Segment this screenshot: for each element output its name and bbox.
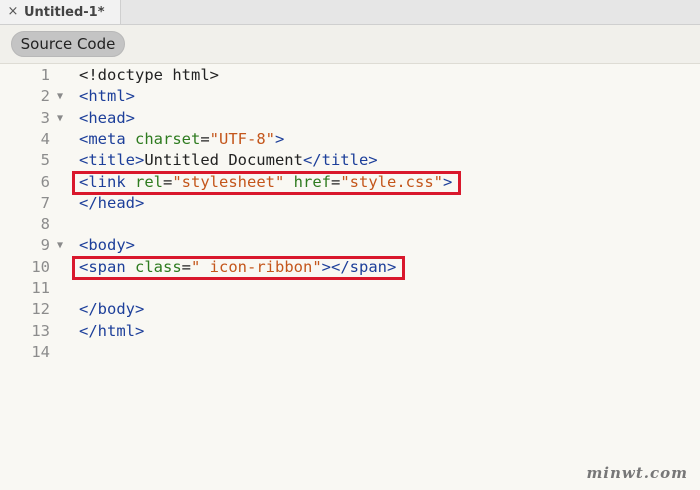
code-token: </body> xyxy=(79,300,145,319)
code-token: class xyxy=(135,257,182,276)
tab-bar: × Untitled-1* xyxy=(0,0,700,25)
code-token: ></span> xyxy=(321,257,397,276)
code-token: "UTF-8" xyxy=(209,129,275,148)
code-line[interactable]: 4 <meta charset="UTF-8"> xyxy=(0,129,700,150)
line-number: 1 xyxy=(40,66,50,84)
code-line[interactable]: 14 xyxy=(0,342,700,363)
code-text: <span class=" icon-ribbon"></span> xyxy=(79,257,396,278)
code-text: <html> xyxy=(79,86,135,107)
code-text: <link rel="stylesheet" href="style.css"> xyxy=(79,172,452,193)
code-text: </html> xyxy=(79,321,144,342)
code-token: </html> xyxy=(79,321,145,340)
code-line[interactable]: 11 xyxy=(0,278,700,299)
line-number: 6 xyxy=(40,172,50,191)
code-line[interactable]: 12 </body> xyxy=(0,299,700,320)
code-line[interactable]: 2 ▼ <html> xyxy=(0,86,700,107)
line-number: 9 xyxy=(40,236,50,255)
code-token: <html> xyxy=(79,87,135,106)
line-number: 2 xyxy=(40,87,50,106)
code-line[interactable]: 10 <span class=" icon-ribbon"></span> xyxy=(0,257,700,278)
line-number: 3 xyxy=(40,108,50,127)
code-text: </head> xyxy=(79,193,144,214)
code-text: <title>Untitled Document</title> xyxy=(79,150,378,171)
source-code-button[interactable]: Source Code xyxy=(11,31,125,57)
code-token: "style.css" xyxy=(340,172,443,191)
code-token: Untitled Document xyxy=(144,151,303,170)
code-token: <title> xyxy=(79,151,145,170)
line-number: 5 xyxy=(40,151,50,170)
fold-arrow-icon[interactable]: ▼ xyxy=(57,108,63,129)
code-token: charset xyxy=(135,129,201,148)
code-line[interactable]: 5 <title>Untitled Document</title> xyxy=(0,150,700,171)
code-token: <meta xyxy=(79,129,135,148)
code-token: </head> xyxy=(79,193,145,212)
code-token: </title> xyxy=(302,151,378,170)
code-line[interactable]: 13 </html> xyxy=(0,321,700,342)
line-number: 12 xyxy=(31,300,50,319)
code-token: > xyxy=(275,129,285,148)
code-token: " icon-ribbon" xyxy=(191,257,322,276)
toolbar: Source Code xyxy=(0,25,700,64)
fold-arrow-icon[interactable]: ▼ xyxy=(57,235,63,256)
code-token: = xyxy=(181,257,192,276)
fold-arrow-icon[interactable]: ▼ xyxy=(57,86,63,107)
code-token: <span xyxy=(79,257,135,276)
code-line[interactable]: 7 </head> xyxy=(0,193,700,214)
code-token: = xyxy=(200,129,210,148)
line-number: 7 xyxy=(40,193,50,212)
code-editor[interactable]: 1 <!doctype html> 2 ▼ <html> 3 ▼ <head> 4 <meta c… xyxy=(0,64,700,490)
line-number: 8 xyxy=(40,215,50,234)
code-text: <meta charset="UTF-8"> xyxy=(79,129,284,150)
code-token: = xyxy=(331,172,341,191)
line-number: 4 xyxy=(40,129,50,148)
code-line[interactable]: 6 <link rel="stylesheet" href="style.css"… xyxy=(0,172,700,193)
code-token: "stylesheet" xyxy=(172,172,285,191)
code-token: <head> xyxy=(79,108,135,127)
code-line[interactable]: 3 ▼ <head> xyxy=(0,108,700,129)
line-number: 10 xyxy=(31,257,50,276)
code-token: href xyxy=(293,172,331,191)
code-text: </body> xyxy=(79,299,144,320)
line-number: 14 xyxy=(31,342,50,361)
code-text: <head> xyxy=(79,108,135,129)
tab-title: Untitled-1* xyxy=(24,4,105,20)
tab-untitled-1[interactable]: × Untitled-1* xyxy=(0,0,121,24)
code-token: <link xyxy=(79,172,135,191)
code-text: <!doctype html> xyxy=(79,65,219,86)
code-line[interactable]: 1 <!doctype html> xyxy=(0,65,700,86)
watermark-logo: minwt.com xyxy=(586,464,688,482)
code-token: <!doctype html> xyxy=(79,66,219,84)
code-token: <body> xyxy=(79,236,135,255)
code-token: = xyxy=(163,172,173,191)
close-icon[interactable]: × xyxy=(2,0,24,24)
code-line[interactable]: 9 ▼ <body> xyxy=(0,235,700,256)
code-text: <body> xyxy=(79,235,135,256)
code-token: rel xyxy=(135,172,163,191)
line-number: 13 xyxy=(31,321,50,340)
code-line[interactable]: 8 xyxy=(0,214,700,235)
code-token: > xyxy=(443,172,453,191)
line-number: 11 xyxy=(31,279,50,297)
